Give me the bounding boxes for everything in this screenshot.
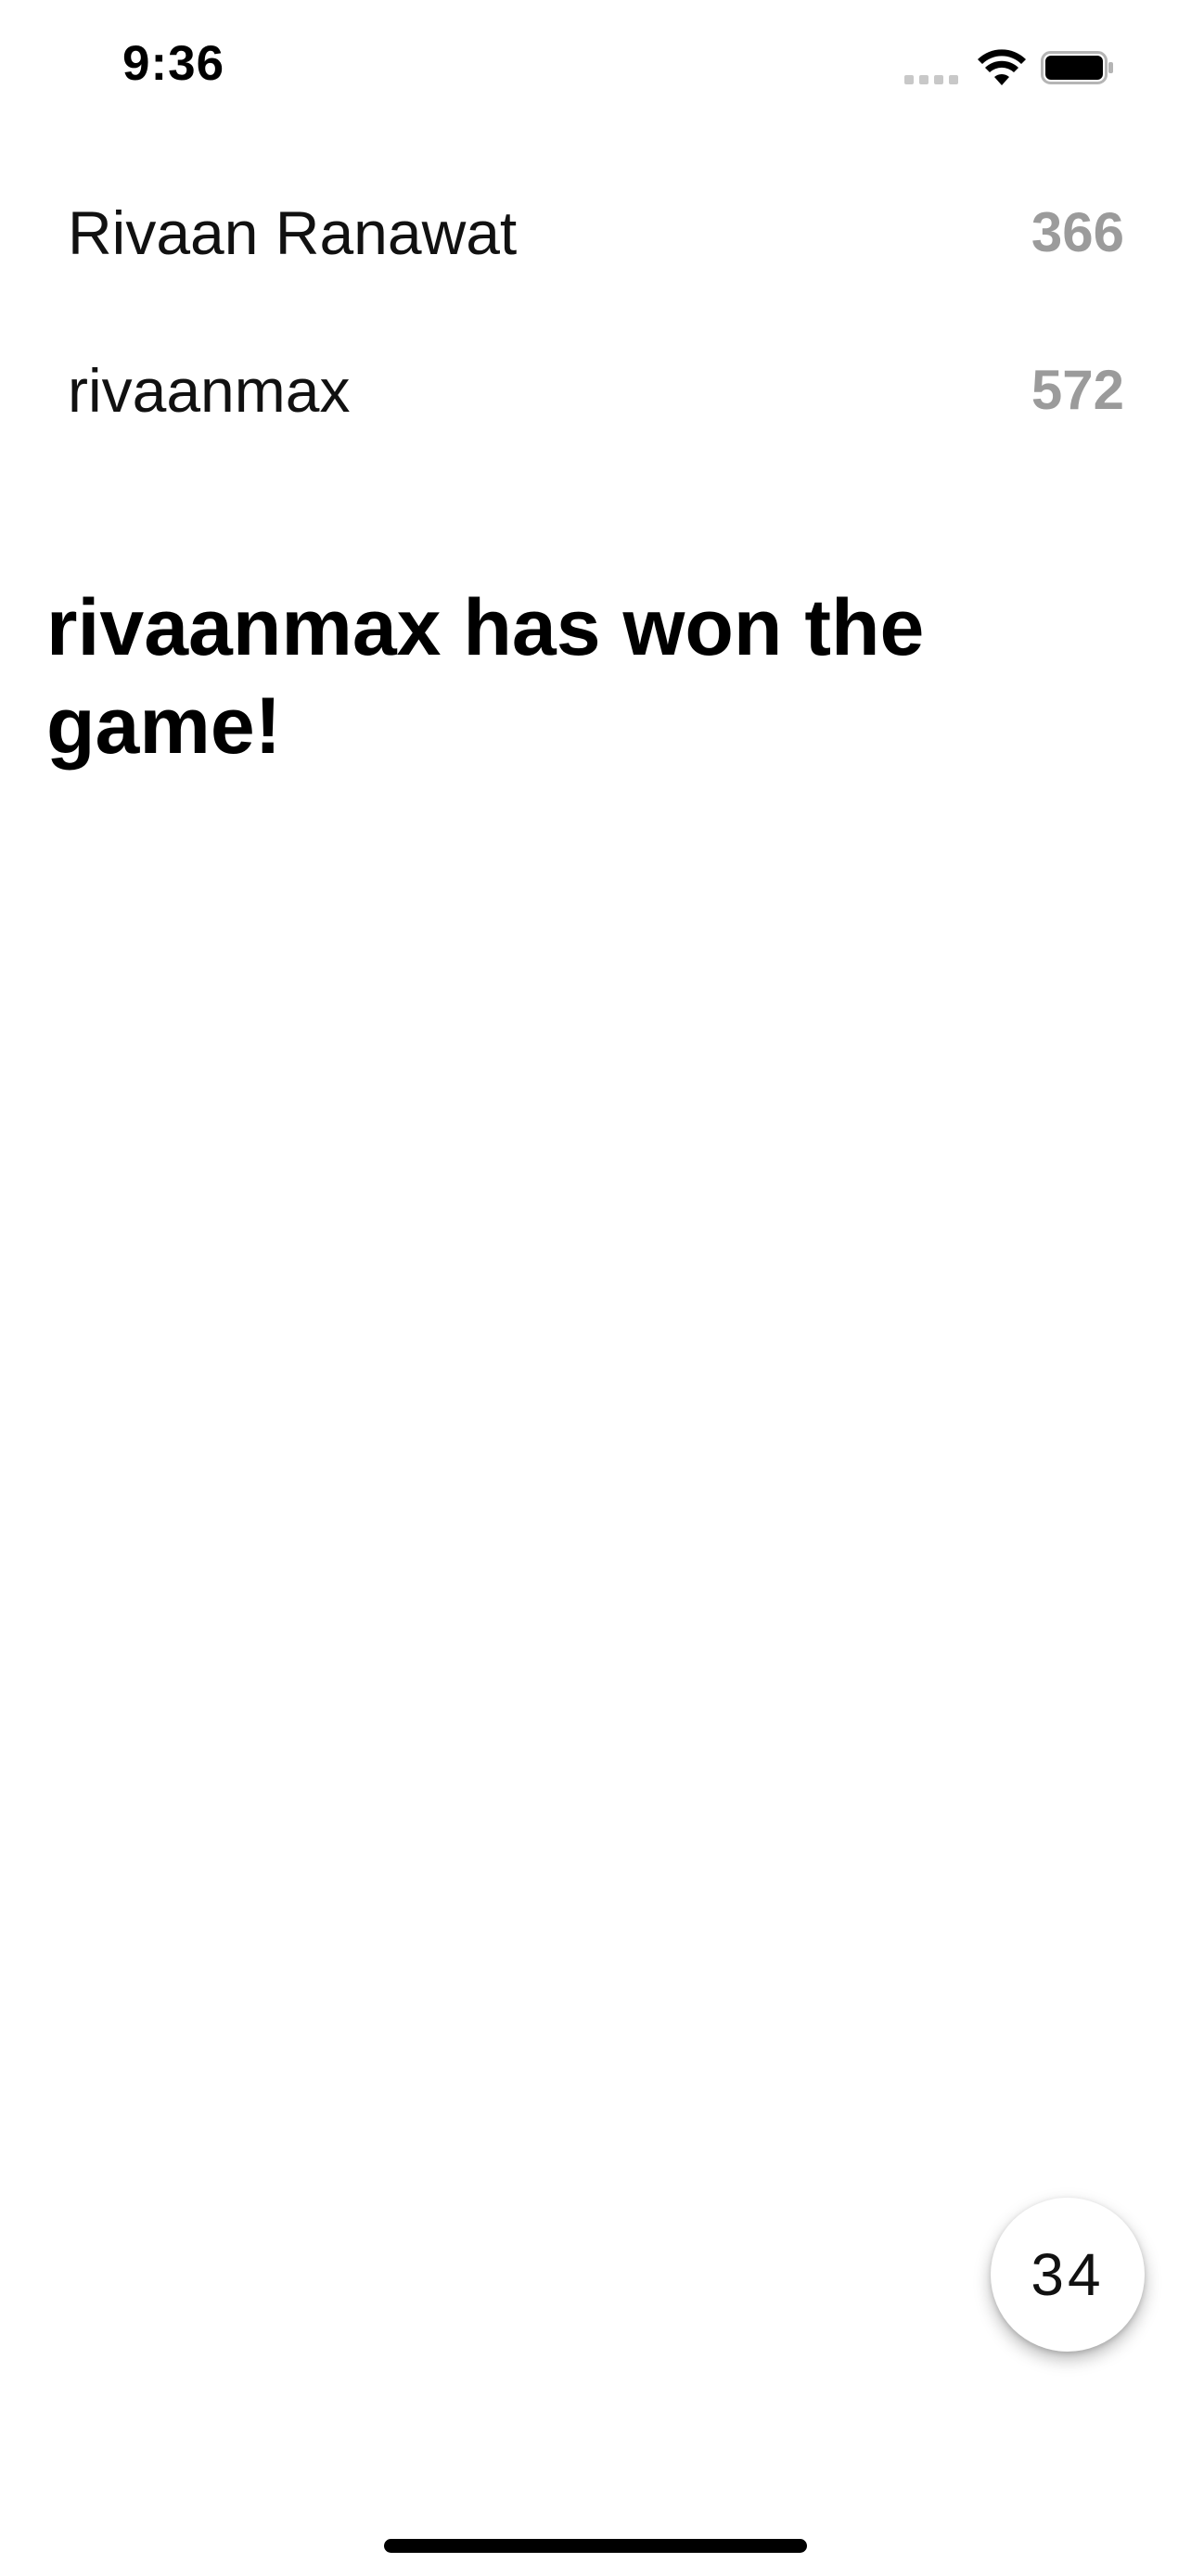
player-name: Rivaan Ranawat <box>68 198 518 267</box>
player-score: 572 <box>1031 359 1124 421</box>
count-fab-button[interactable]: 34 <box>991 2198 1145 2352</box>
player-row: Rivaan Ranawat 366 <box>0 177 1191 288</box>
cellular-signal-icon <box>904 75 958 84</box>
wifi-icon <box>978 49 1026 85</box>
player-row: rivaanmax 572 <box>0 335 1191 446</box>
status-time: 9:36 <box>122 36 225 91</box>
home-indicator[interactable] <box>384 2539 807 2553</box>
player-score: 366 <box>1031 201 1124 263</box>
battery-icon <box>1041 51 1113 84</box>
status-bar: 9:36 <box>0 0 1191 139</box>
player-name: rivaanmax <box>68 356 351 425</box>
winner-message: rivaanmax has won the game! <box>46 583 925 771</box>
